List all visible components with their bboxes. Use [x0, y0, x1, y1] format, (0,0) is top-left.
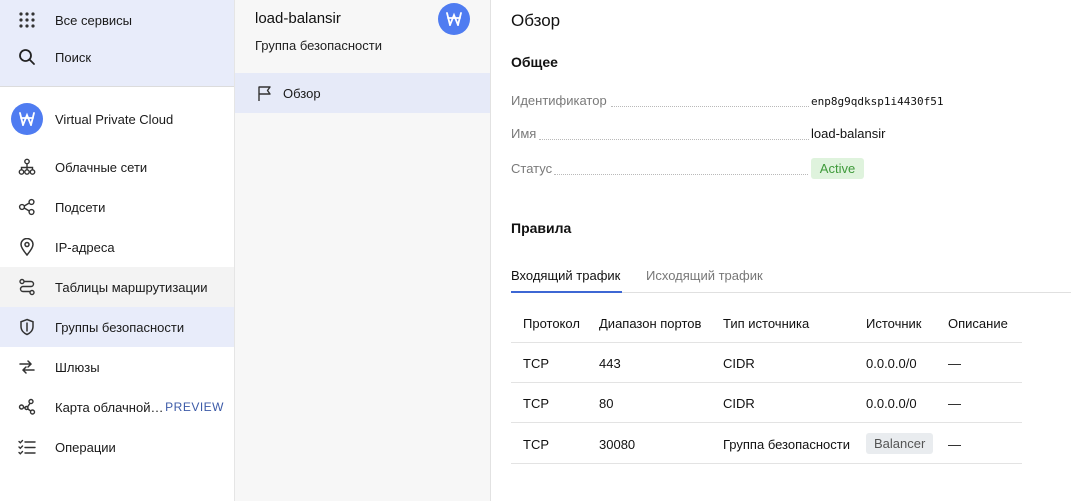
table-header: Протокол Диапазон портов Тип источника И…: [511, 303, 1022, 343]
resource-id-value[interactable]: enp8g9qdksp1i4430f51: [811, 95, 943, 108]
leader-dots: [539, 139, 809, 140]
sidebar-item-label: Карта облачной…: [55, 399, 164, 415]
tab-ingress[interactable]: Входящий трафик: [511, 268, 620, 283]
cell-source-type: CIDR: [723, 396, 755, 411]
main-content: Обзор Общее Идентификатор enp8g9qdksp1i4…: [491, 0, 1071, 501]
sidebar-item-cloud-map[interactable]: Карта облачной… PREVIEW: [0, 387, 234, 427]
grid-icon: [17, 10, 37, 30]
resource-type: Группа безопасности: [255, 38, 382, 53]
sidebar-item-cloud-networks[interactable]: Облачные сети: [0, 147, 234, 187]
sidebar-item-label: Таблицы маршрутизации: [55, 279, 208, 295]
resource-name-value: load-balansir: [811, 126, 886, 141]
cell-ports: 30080: [599, 437, 636, 452]
flag-icon: [255, 83, 275, 103]
leader-dots: [554, 174, 808, 175]
leader-dots: [611, 106, 809, 107]
search-button[interactable]: Поиск: [0, 37, 234, 77]
cell-description: —: [948, 396, 961, 411]
cell-source-type: CIDR: [723, 356, 755, 371]
cell-ports: 443: [599, 356, 621, 371]
active-tab-indicator: [511, 291, 622, 293]
column-header: Протокол: [523, 316, 580, 331]
column-header: Диапазон портов: [599, 316, 702, 331]
cell-description: —: [948, 356, 961, 371]
subnets-icon: [17, 197, 37, 217]
search-icon: [17, 47, 37, 67]
field-key: Имя: [511, 126, 539, 141]
table-row[interactable]: TCP 30080 Группа безопасности Balancer —: [511, 423, 1022, 464]
field-name: Имя load-balansir: [511, 126, 891, 146]
cell-protocol: TCP: [523, 356, 549, 371]
column-header: Источник: [866, 316, 922, 331]
vpc-service-icon: [438, 3, 470, 35]
sidebar-item-security-groups[interactable]: Группы безопасности: [0, 307, 234, 347]
network-icon: [17, 157, 37, 177]
cell-protocol: TCP: [523, 396, 549, 411]
tab-egress[interactable]: Исходящий трафик: [646, 268, 763, 283]
preview-badge: PREVIEW: [165, 400, 224, 414]
field-status: Статус Active: [511, 158, 891, 181]
resource-menu-label: Обзор: [283, 85, 321, 101]
source-group-badge[interactable]: Balancer: [866, 433, 934, 454]
shield-icon: [17, 317, 37, 337]
sidebar-item-route-tables[interactable]: Таблицы маршрутизации: [0, 267, 234, 307]
sidebar-item-label: Шлюзы: [55, 359, 100, 375]
sidebar: Все сервисы Поиск Virtual Private Cloud: [0, 0, 235, 501]
field-key: Идентификатор: [511, 93, 609, 108]
field-key: Статус: [511, 161, 555, 176]
cell-source-type: Группа безопасности: [723, 437, 850, 452]
sidebar-item-subnets[interactable]: Подсети: [0, 187, 234, 227]
resource-name: load-balansir: [255, 10, 341, 27]
gateway-icon: [17, 357, 37, 377]
route-icon: [17, 277, 37, 297]
cell-source: 0.0.0.0/0: [866, 396, 917, 411]
vpc-label: Virtual Private Cloud: [55, 111, 174, 127]
vpc-service-link[interactable]: Virtual Private Cloud: [0, 99, 234, 139]
field-id: Идентификатор enp8g9qdksp1i4430f51: [511, 93, 943, 113]
sidebar-item-label: IP-адреса: [55, 239, 115, 255]
sidebar-item-label: Облачные сети: [55, 159, 148, 175]
cell-description: —: [948, 437, 961, 452]
sidebar-item-label: Группы безопасности: [55, 319, 185, 335]
app-root: Все сервисы Поиск Virtual Private Cloud: [0, 0, 1071, 501]
table-row[interactable]: TCP 443 CIDR 0.0.0.0/0 —: [511, 343, 1022, 383]
column-header: Описание: [948, 316, 1008, 331]
all-services-button[interactable]: Все сервисы: [0, 0, 234, 40]
cell-source: 0.0.0.0/0: [866, 356, 917, 371]
vpc-logo-icon: [11, 103, 43, 135]
traffic-tabs: Входящий трафик Исходящий трафик: [511, 264, 1071, 293]
all-services-label: Все сервисы: [55, 12, 132, 28]
cell-ports: 80: [599, 396, 614, 411]
search-label: Поиск: [55, 49, 92, 65]
column-header: Тип источника: [723, 316, 810, 331]
rules-section-title: Правила: [511, 220, 572, 236]
list-icon: [17, 437, 37, 457]
cell-protocol: TCP: [523, 437, 549, 452]
table-row[interactable]: TCP 80 CIDR 0.0.0.0/0 —: [511, 383, 1022, 423]
sidebar-item-label: Подсети: [55, 199, 106, 215]
page-title: Обзор: [511, 11, 561, 30]
sidebar-item-label: Операции: [55, 439, 116, 455]
general-section-title: Общее: [511, 54, 558, 70]
sidebar-item-gateways[interactable]: Шлюзы: [0, 347, 234, 387]
map-nodes-icon: [17, 397, 37, 417]
resource-panel: load-balansir Группа безопасности Обзор: [235, 0, 491, 501]
status-badge: Active: [811, 158, 864, 179]
sidebar-item-ip-addresses[interactable]: IP-адреса: [0, 227, 234, 267]
sidebar-item-operations[interactable]: Операции: [0, 427, 234, 467]
resource-menu-overview[interactable]: Обзор: [235, 73, 490, 113]
location-pin-icon: [17, 237, 37, 257]
